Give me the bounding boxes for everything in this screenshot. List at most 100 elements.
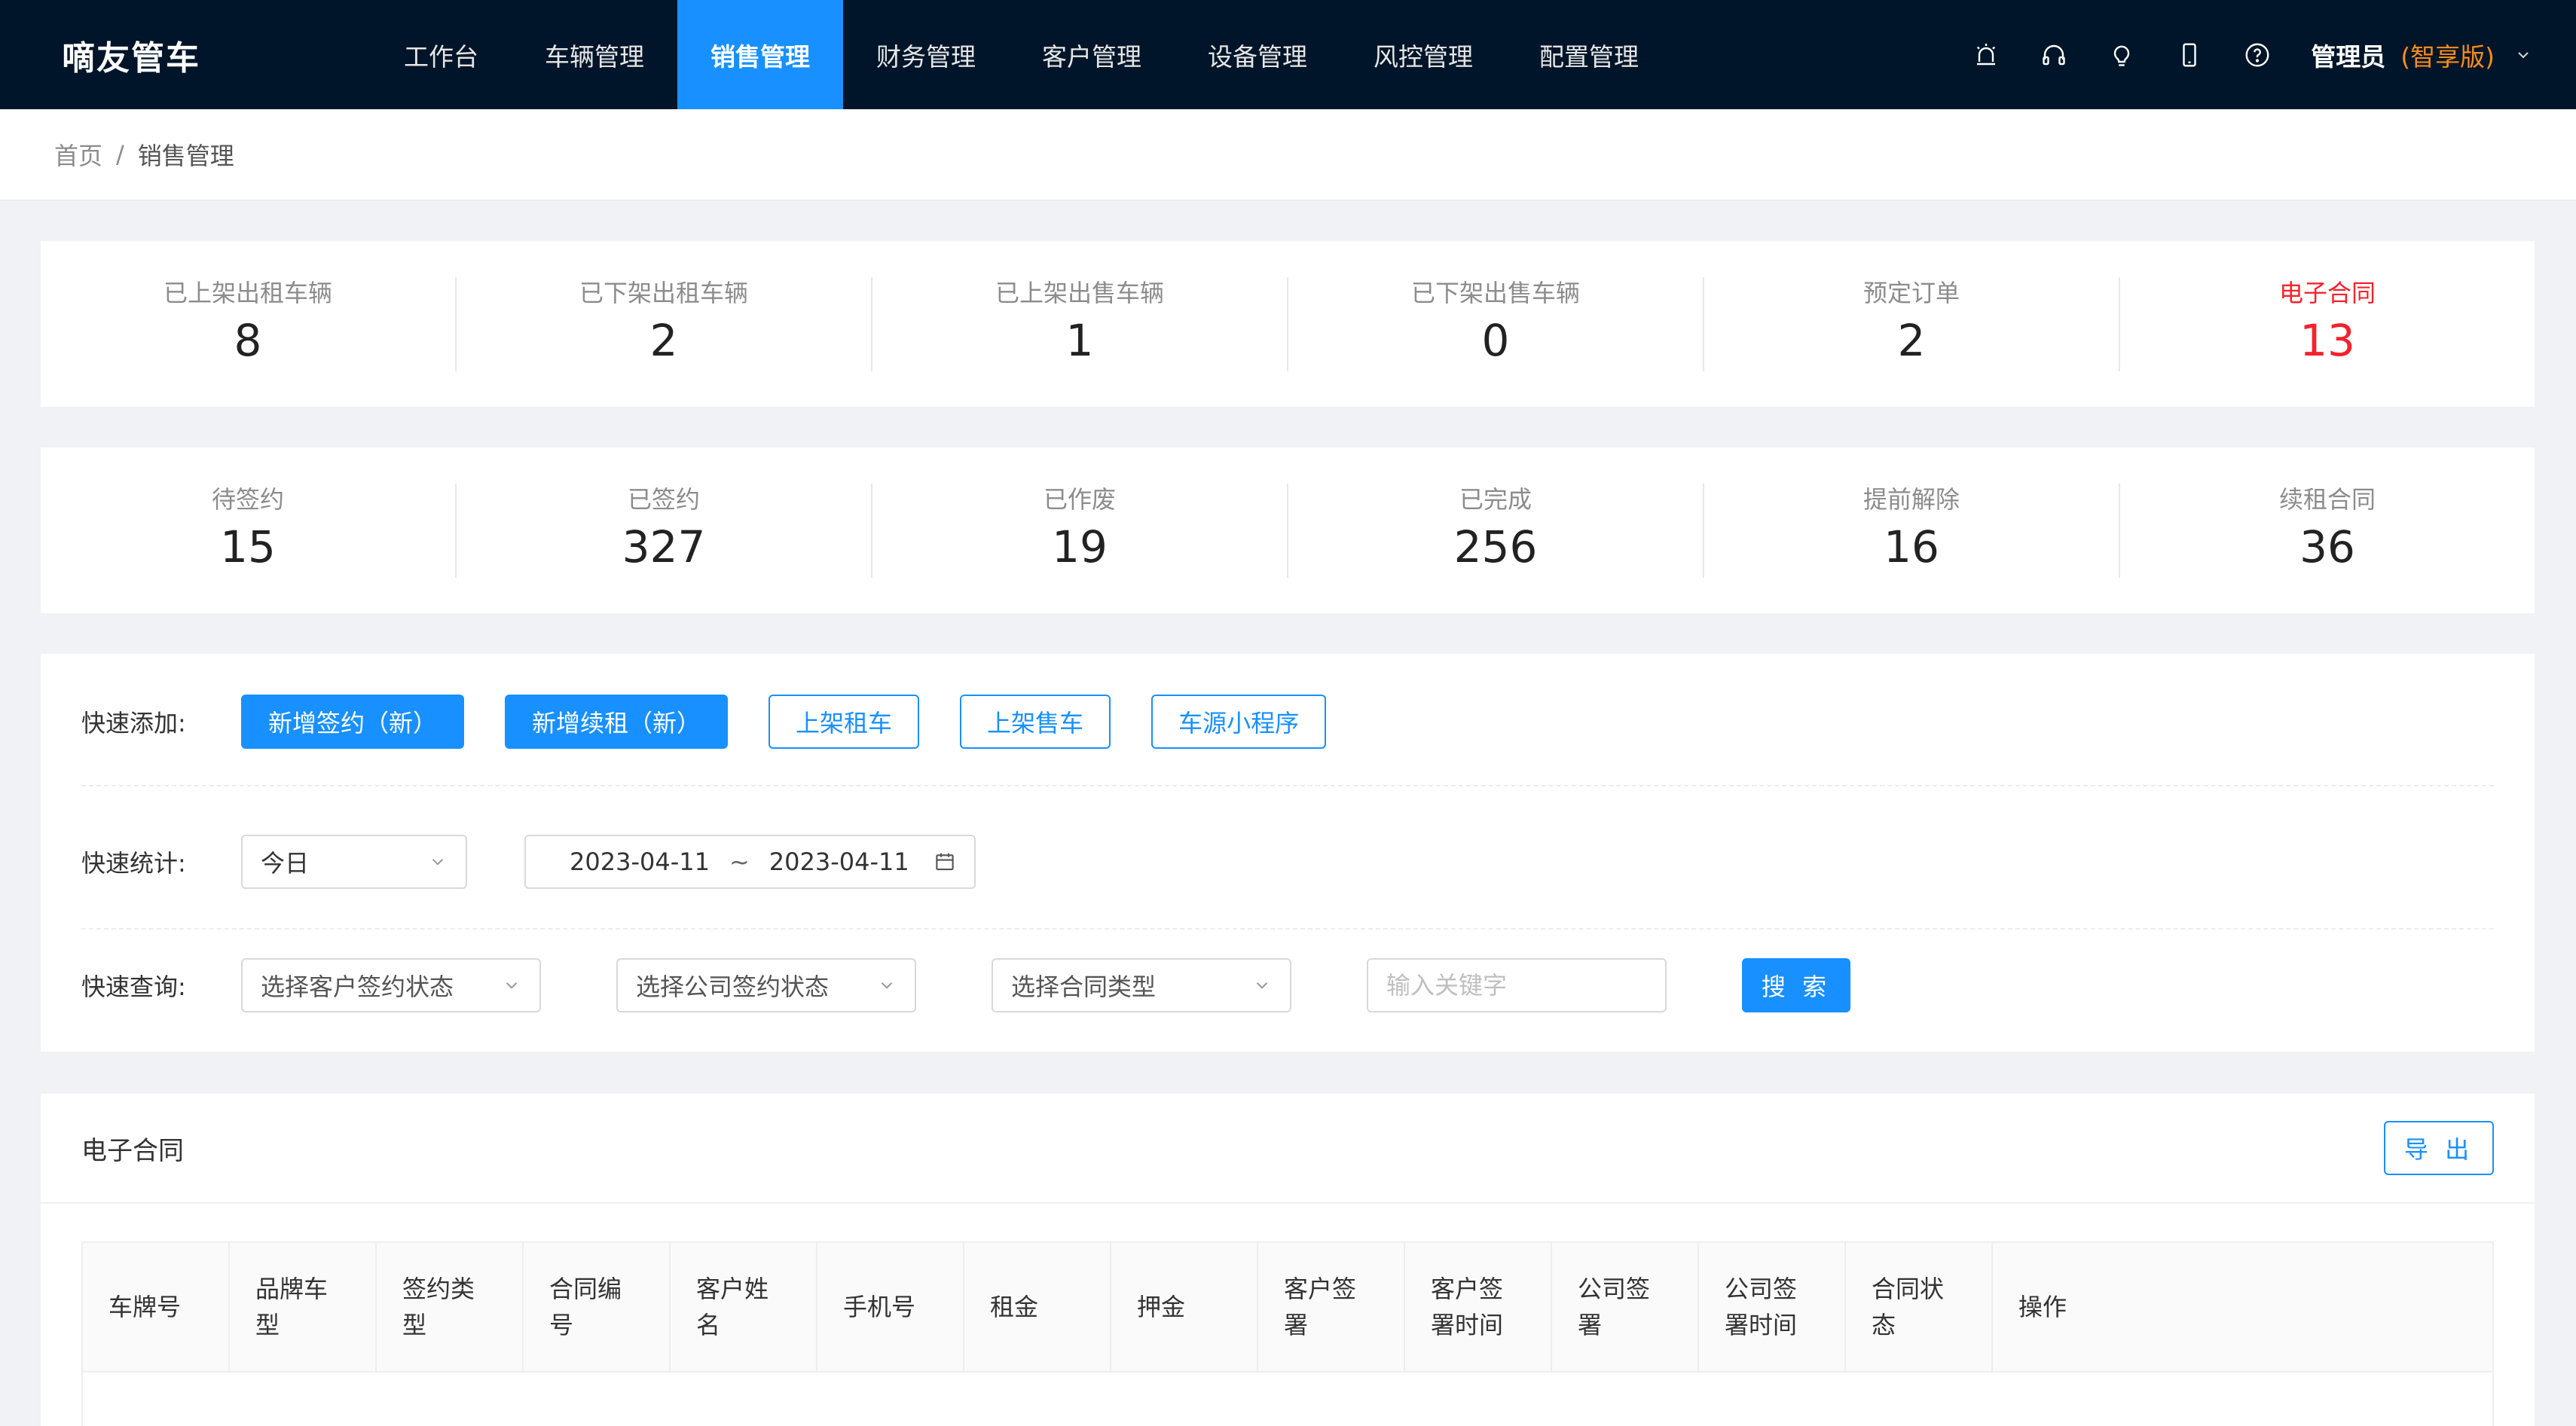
breadcrumb-home[interactable]: 首页 [54, 137, 102, 172]
keyword-input[interactable] [1367, 958, 1667, 1012]
stat-renewals[interactable]: 续租合同 36 [2120, 484, 2535, 578]
nav-item-config[interactable]: 配置管理 [1506, 0, 1672, 109]
stat-value: 2 [649, 315, 678, 366]
column-header[interactable]: 租金 [964, 1243, 1111, 1371]
nav-item-sales[interactable]: 销售管理 [677, 0, 843, 109]
stat-early-termination[interactable]: 提前解除 16 [1704, 483, 2120, 578]
quick-query-row: 快速查询: 选择客户签约状态 选择公司签约状态 选择合同类型 搜 索 [81, 958, 2494, 1012]
date-separator: ~ [729, 847, 750, 876]
contract-type-select[interactable]: 选择合同类型 [992, 958, 1291, 1012]
chevron-down-icon [1252, 976, 1272, 995]
headset-icon[interactable] [2040, 41, 2068, 69]
alarm-icon[interactable] [1972, 41, 2000, 69]
company-status-select[interactable]: 选择公司签约状态 [616, 958, 916, 1012]
stat-label: 已完成 [1459, 485, 1532, 514]
divider [81, 785, 2494, 786]
column-header[interactable]: 手机号 [817, 1243, 964, 1371]
bulb-icon[interactable] [2107, 41, 2136, 69]
stat-label: 已上架出租车辆 [163, 279, 332, 307]
nav-item-vehicles[interactable]: 车辆管理 [512, 0, 677, 109]
stat-value: 36 [2299, 521, 2355, 573]
stat-reservations[interactable]: 预定订单 2 [1704, 276, 2120, 371]
stat-label: 待签约 [211, 485, 284, 514]
stat-listed-sale[interactable]: 已上架出售车辆 1 [872, 276, 1288, 371]
stat-pending-sign[interactable]: 待签约 15 [41, 483, 457, 578]
stat-label: 提前解除 [1862, 485, 1960, 514]
period-select-value: 今日 [261, 849, 310, 878]
new-contract-button[interactable]: 新增签约（新） [241, 695, 465, 749]
mini-program-button[interactable]: 车源小程序 [1151, 695, 1327, 749]
column-header[interactable]: 合同状态 [1846, 1243, 1993, 1371]
stat-listed-rental[interactable]: 已上架出租车辆 8 [41, 276, 457, 371]
quick-query-label: 快速查询: [81, 973, 186, 1001]
column-header[interactable]: 押金 [1111, 1243, 1258, 1371]
quick-add-label: 快速添加: [81, 709, 186, 737]
stat-e-contracts[interactable]: 电子合同 13 [2120, 277, 2535, 371]
period-select[interactable]: 今日 [241, 835, 467, 889]
top-navbar: 嘀友管车 工作台 车辆管理 销售管理 财务管理 客户管理 设备管理 风控管理 配… [0, 0, 2576, 109]
table-header: 车牌号 品牌车型 签约类型 合同编号 客户姓名 手机号 租金 押金 客户签署 客… [83, 1243, 2492, 1373]
stat-card-vehicles: 已上架出租车辆 8 已下架出租车辆 2 已上架出售车辆 1 已下架出售车辆 0 … [41, 241, 2535, 407]
stat-value: 8 [234, 315, 262, 366]
stat-unlisted-rental[interactable]: 已下架出租车辆 2 [457, 276, 872, 371]
breadcrumb-current: 销售管理 [137, 142, 234, 170]
breadcrumb-separator: / [116, 140, 124, 169]
nav-item-finance[interactable]: 财务管理 [843, 0, 1009, 109]
stat-value: 19 [1052, 521, 1108, 573]
new-renewal-button[interactable]: 新增续租（新） [505, 695, 729, 749]
user-edition: (智享版) [2400, 41, 2495, 72]
stat-value: 13 [2299, 315, 2355, 366]
help-icon[interactable] [2243, 41, 2272, 69]
column-header[interactable]: 品牌车型 [230, 1243, 377, 1371]
quick-stats-row: 快速统计: 今日 2023-04-11 ~ 2023-04-11 [81, 835, 2494, 889]
date-start: 2023-04-11 [570, 847, 710, 876]
export-button[interactable]: 导 出 [2384, 1121, 2494, 1175]
nav-item-workbench[interactable]: 工作台 [371, 0, 512, 109]
stat-value: 0 [1481, 315, 1510, 366]
column-header[interactable]: 公司签署时间 [1699, 1243, 1846, 1371]
stat-signed[interactable]: 已签约 327 [457, 483, 872, 578]
stat-label: 续租合同 [2278, 485, 2376, 514]
date-range-picker[interactable]: 2023-04-11 ~ 2023-04-11 [524, 835, 976, 889]
search-button[interactable]: 搜 索 [1742, 958, 1850, 1012]
column-header[interactable]: 车牌号 [83, 1243, 230, 1371]
column-header[interactable]: 客户签署 [1258, 1243, 1405, 1371]
column-header[interactable]: 合同编号 [524, 1243, 671, 1371]
contract-section: 电子合同 导 出 车牌号 品牌车型 签约类型 合同编号 客户姓名 手机号 租金 … [41, 1094, 2535, 1426]
nav-item-risk[interactable]: 风控管理 [1340, 0, 1506, 109]
quick-panel: 快速添加: 新增签约（新） 新增续租（新） 上架租车 上架售车 车源小程序 快速… [41, 654, 2535, 1052]
stat-value: 16 [1884, 521, 1939, 573]
customer-status-select[interactable]: 选择客户签约状态 [241, 958, 541, 1012]
stat-value: 327 [622, 521, 706, 573]
list-rental-button[interactable]: 上架租车 [769, 695, 920, 749]
company-status-placeholder: 选择公司签约状态 [636, 973, 830, 1001]
phone-icon[interactable] [2175, 41, 2204, 69]
stat-voided[interactable]: 已作废 19 [872, 483, 1288, 578]
calendar-icon [934, 850, 956, 873]
nav-item-devices[interactable]: 设备管理 [1175, 0, 1340, 109]
stat-label: 电子合同 [2278, 279, 2376, 307]
chevron-down-icon [502, 976, 521, 995]
divider [81, 928, 2494, 930]
list-sale-button[interactable]: 上架售车 [960, 695, 1111, 749]
stat-value: 1 [1065, 315, 1094, 366]
user-name: 管理员 [2311, 41, 2386, 72]
user-menu[interactable]: 管理员 (智享版) [2311, 37, 2532, 73]
column-header[interactable]: 操作 [1993, 1243, 2492, 1371]
column-header[interactable]: 客户姓名 [671, 1243, 817, 1371]
stat-card-contracts: 待签约 15 已签约 327 已作废 19 已完成 256 提前解除 16 续租… [41, 447, 2535, 613]
column-header[interactable]: 客户签署时间 [1405, 1243, 1552, 1371]
breadcrumb: 首页 / 销售管理 [0, 109, 2576, 200]
stat-value: 15 [220, 521, 276, 573]
stat-label: 已下架出租车辆 [579, 279, 748, 307]
stat-unlisted-sale[interactable]: 已下架出售车辆 0 [1288, 276, 1704, 371]
column-header[interactable]: 签约类型 [377, 1243, 524, 1371]
brand-logo[interactable]: 嘀友管车 [0, 31, 273, 79]
stat-label: 已签约 [627, 485, 700, 514]
stat-completed[interactable]: 已完成 256 [1288, 483, 1704, 578]
contract-header: 电子合同 导 出 [41, 1094, 2535, 1204]
column-header[interactable]: 公司签署 [1552, 1243, 1699, 1371]
nav-item-customers[interactable]: 客户管理 [1009, 0, 1175, 109]
stat-label: 已上架出售车辆 [995, 279, 1164, 307]
stat-value: 256 [1453, 521, 1538, 573]
